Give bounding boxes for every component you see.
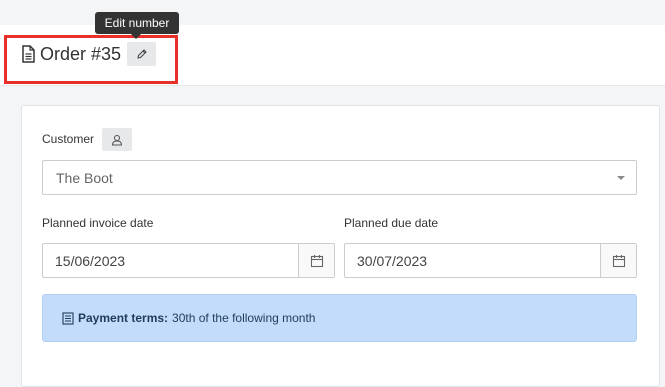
- customer-label: Customer: [42, 132, 95, 146]
- title-group: Order #35: [21, 42, 157, 66]
- invoice-date-value: 15/06/2023: [55, 253, 126, 269]
- user-icon: [111, 134, 123, 146]
- document-icon: [21, 45, 35, 63]
- edit-number-button[interactable]: [127, 42, 157, 66]
- payment-terms-box: Payment terms: 30th of the following mon…: [42, 294, 637, 342]
- list-icon: [62, 311, 74, 325]
- tooltip: Edit number: [95, 12, 179, 34]
- due-date-label: Planned due date: [344, 216, 439, 230]
- page-title: Order #35: [40, 44, 122, 64]
- invoice-date-field[interactable]: 15/06/2023: [42, 243, 335, 278]
- invoice-date-label: Planned invoice date: [42, 216, 154, 230]
- payment-terms-content: Payment terms: 30th of the following mon…: [62, 311, 315, 325]
- page-header: Order #35: [0, 25, 665, 86]
- pencil-icon: [136, 49, 147, 59]
- chevron-down-icon: [617, 176, 625, 180]
- due-date-field[interactable]: 30/07/2023: [344, 243, 637, 278]
- payment-terms-label: Payment terms:: [78, 311, 169, 325]
- due-date-calendar-button[interactable]: [600, 244, 636, 277]
- payment-terms-value: 30th of the following month: [172, 311, 316, 325]
- customer-details-button[interactable]: [102, 128, 132, 151]
- invoice-date-calendar-button[interactable]: [298, 244, 334, 277]
- calendar-icon: [612, 254, 625, 267]
- due-date-value: 30/07/2023: [357, 253, 428, 269]
- tooltip-arrow: [131, 34, 141, 39]
- calendar-icon: [310, 254, 323, 267]
- customer-select[interactable]: The Boot: [42, 160, 637, 195]
- customer-select-value: The Boot: [56, 170, 113, 186]
